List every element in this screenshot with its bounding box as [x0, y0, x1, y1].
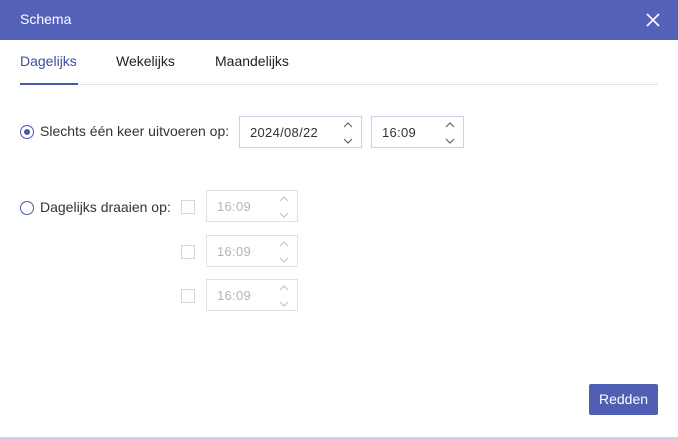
run-once-time-field[interactable]: 16:09 [371, 116, 464, 148]
save-button[interactable]: Redden [589, 384, 658, 415]
daily-time-3-field[interactable]: 16:09 [206, 279, 298, 311]
run-once-date-value: 2024/08/22 [250, 125, 319, 140]
run-once-time-value: 16:09 [382, 125, 417, 140]
tab-weekly[interactable]: Wekelijks [116, 53, 175, 69]
close-icon [646, 13, 660, 27]
run-daily-label: Dagelijks draaien op: [40, 199, 171, 215]
tab-daily[interactable]: Dagelijks [20, 53, 77, 69]
dialog-title: Schema [20, 11, 72, 27]
daily-time-3-checkbox[interactable] [181, 289, 195, 303]
daily-time-3-stepper-icon[interactable] [277, 283, 291, 309]
daily-time-2-checkbox[interactable] [181, 245, 195, 259]
daily-time-1-checkbox[interactable] [181, 200, 195, 214]
run-once-radio[interactable] [20, 125, 34, 139]
daily-time-2-value: 16:09 [217, 244, 252, 259]
schedule-tabs: Dagelijks Wekelijks Maandelijks [20, 40, 658, 85]
daily-time-1-stepper-icon[interactable] [277, 194, 291, 220]
daily-time-2-field[interactable]: 16:09 [206, 235, 298, 267]
dialog-titlebar: Schema [0, 0, 678, 40]
active-tab-indicator [20, 83, 78, 85]
run-once-label: Slechts één keer uitvoeren op: [40, 123, 230, 139]
daily-time-1-field[interactable]: 16:09 [206, 190, 298, 222]
run-once-date-field[interactable]: 2024/08/22 [239, 116, 362, 148]
tab-monthly[interactable]: Maandelijks [215, 53, 289, 69]
date-stepper-icon[interactable] [341, 120, 355, 146]
daily-time-2-stepper-icon[interactable] [277, 239, 291, 265]
run-daily-radio[interactable] [20, 201, 34, 215]
close-button[interactable] [640, 8, 666, 32]
daily-time-1-value: 16:09 [217, 199, 252, 214]
daily-time-3-value: 16:09 [217, 288, 252, 303]
time-stepper-icon[interactable] [443, 120, 457, 146]
